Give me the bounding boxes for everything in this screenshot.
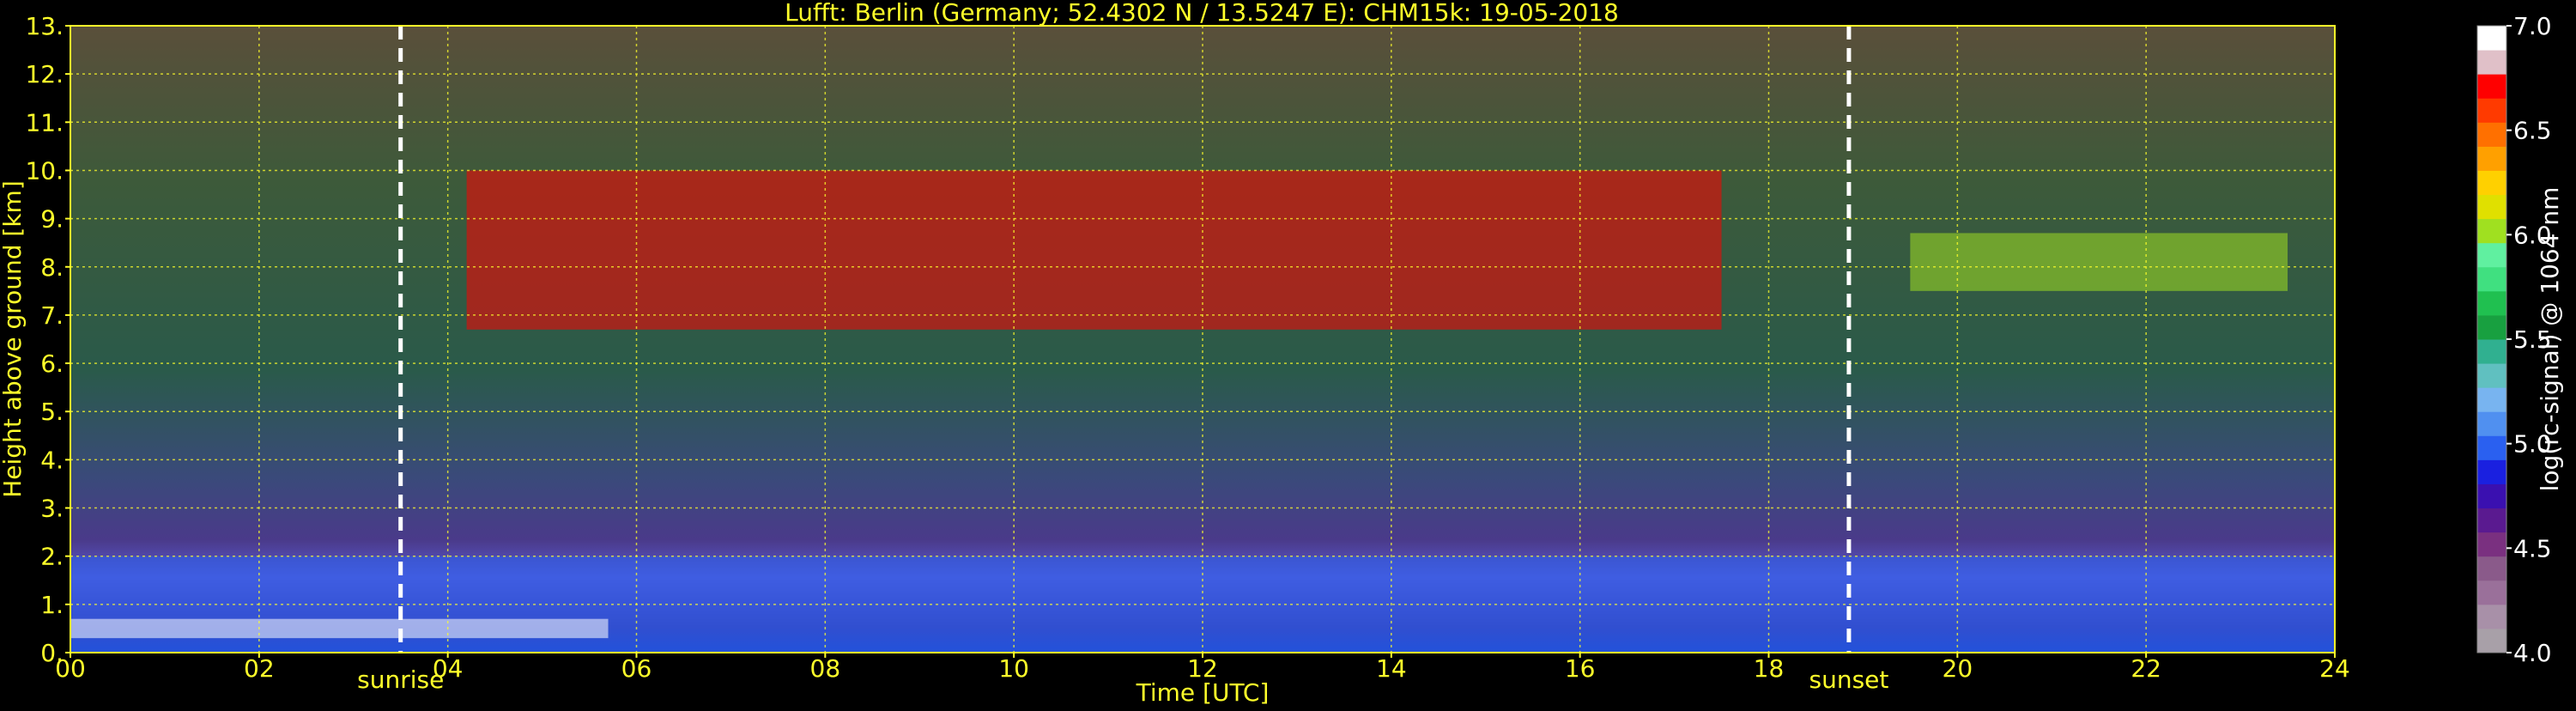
colorbar-swatch xyxy=(2477,218,2506,244)
y-tick-label: 0. xyxy=(40,639,64,667)
ceilometer-plot: Lufft: Berlin (Germany; 52.4302 N / 13.5… xyxy=(0,0,2576,708)
colorbar-swatch xyxy=(2477,339,2506,364)
colorbar-swatch xyxy=(2477,194,2506,220)
colorbar-swatch xyxy=(2477,363,2506,388)
y-tick-label: 12. xyxy=(25,60,64,88)
colorbar-swatch xyxy=(2477,314,2506,340)
colorbar-swatch xyxy=(2477,98,2506,123)
feature-low-cloud xyxy=(70,618,609,639)
x-tick-label: 08 xyxy=(810,654,841,683)
colorbar-swatch xyxy=(2477,628,2506,653)
y-axis-ticks: 0. 1. 2. 3. 4. 5. 6. 7. 8. 9. 10. 11. 12. 13. xyxy=(25,12,70,667)
x-tick-label: 06 xyxy=(621,654,652,683)
feature-thin-cirrus xyxy=(1910,233,2288,291)
colorbar-swatch xyxy=(2477,604,2506,629)
colorbar-swatch xyxy=(2477,580,2506,605)
y-tick-label: 13. xyxy=(25,12,64,40)
colorbar-swatch xyxy=(2477,122,2506,147)
x-tick-label: 18 xyxy=(1754,654,1785,683)
y-tick-label: 10. xyxy=(25,156,64,185)
x-tick-label: 14 xyxy=(1376,654,1407,683)
y-tick-label: 1. xyxy=(40,591,64,619)
colorbar-tick-label: 4.0 xyxy=(2513,639,2552,667)
colorbar-swatch xyxy=(2477,266,2506,292)
x-axis-label: Time [UTC] xyxy=(1136,678,1270,707)
colorbar-swatch xyxy=(2477,435,2506,460)
colorbar-swatch xyxy=(2477,290,2506,316)
x-tick-label: 16 xyxy=(1565,654,1596,683)
colorbar-swatch xyxy=(2477,532,2506,557)
x-tick-label: 20 xyxy=(1943,654,1973,683)
colorbar-swatch xyxy=(2477,556,2506,581)
y-tick-label: 3. xyxy=(40,495,64,523)
colorbar-swatch xyxy=(2477,459,2506,484)
colorbar-swatch xyxy=(2477,170,2506,196)
feature-cirrus xyxy=(466,170,1722,330)
y-axis-label: Height above ground [km] xyxy=(0,180,27,498)
colorbar-tick-label: 4.5 xyxy=(2513,534,2552,562)
colorbar-swatch xyxy=(2477,74,2506,99)
x-tick-label: 22 xyxy=(2131,654,2161,683)
colorbar-swatch xyxy=(2477,507,2506,533)
chart-title: Lufft: Berlin (Germany; 52.4302 N / 13.5… xyxy=(785,0,1619,27)
y-tick-label: 7. xyxy=(40,301,64,330)
y-tick-label: 5. xyxy=(40,398,64,426)
colorbar-swatch xyxy=(2477,483,2506,509)
y-tick-label: 6. xyxy=(40,349,64,378)
colorbar-swatch xyxy=(2477,411,2506,436)
colorbar-swatch xyxy=(2477,146,2506,171)
colorbar-label: log(rc-signal) @ 1064 nm xyxy=(2536,187,2564,492)
x-tick-label: 02 xyxy=(244,654,275,683)
colorbar-swatch xyxy=(2477,387,2506,412)
marker-label-sunrise: sunrise xyxy=(357,665,444,694)
x-tick-label: 04 xyxy=(433,654,464,683)
colorbar-swatch xyxy=(2477,26,2506,51)
x-tick-label: 10 xyxy=(998,654,1029,683)
y-tick-label: 2. xyxy=(40,543,64,571)
y-tick-label: 8. xyxy=(40,253,64,282)
y-tick-label: 9. xyxy=(40,205,64,234)
y-tick-label: 11. xyxy=(25,108,64,137)
colorbar-tick-label: 6.5 xyxy=(2513,117,2552,145)
colorbar-tick-label: 7.0 xyxy=(2513,12,2552,40)
marker-label-sunset: sunset xyxy=(1809,665,1888,694)
colorbar-swatch xyxy=(2477,242,2506,268)
colorbar-swatch xyxy=(2477,50,2506,75)
x-tick-label: 24 xyxy=(2319,654,2350,683)
chart-svg: Lufft: Berlin (Germany; 52.4302 N / 13.5… xyxy=(0,0,2564,707)
y-tick-label: 4. xyxy=(40,446,64,474)
